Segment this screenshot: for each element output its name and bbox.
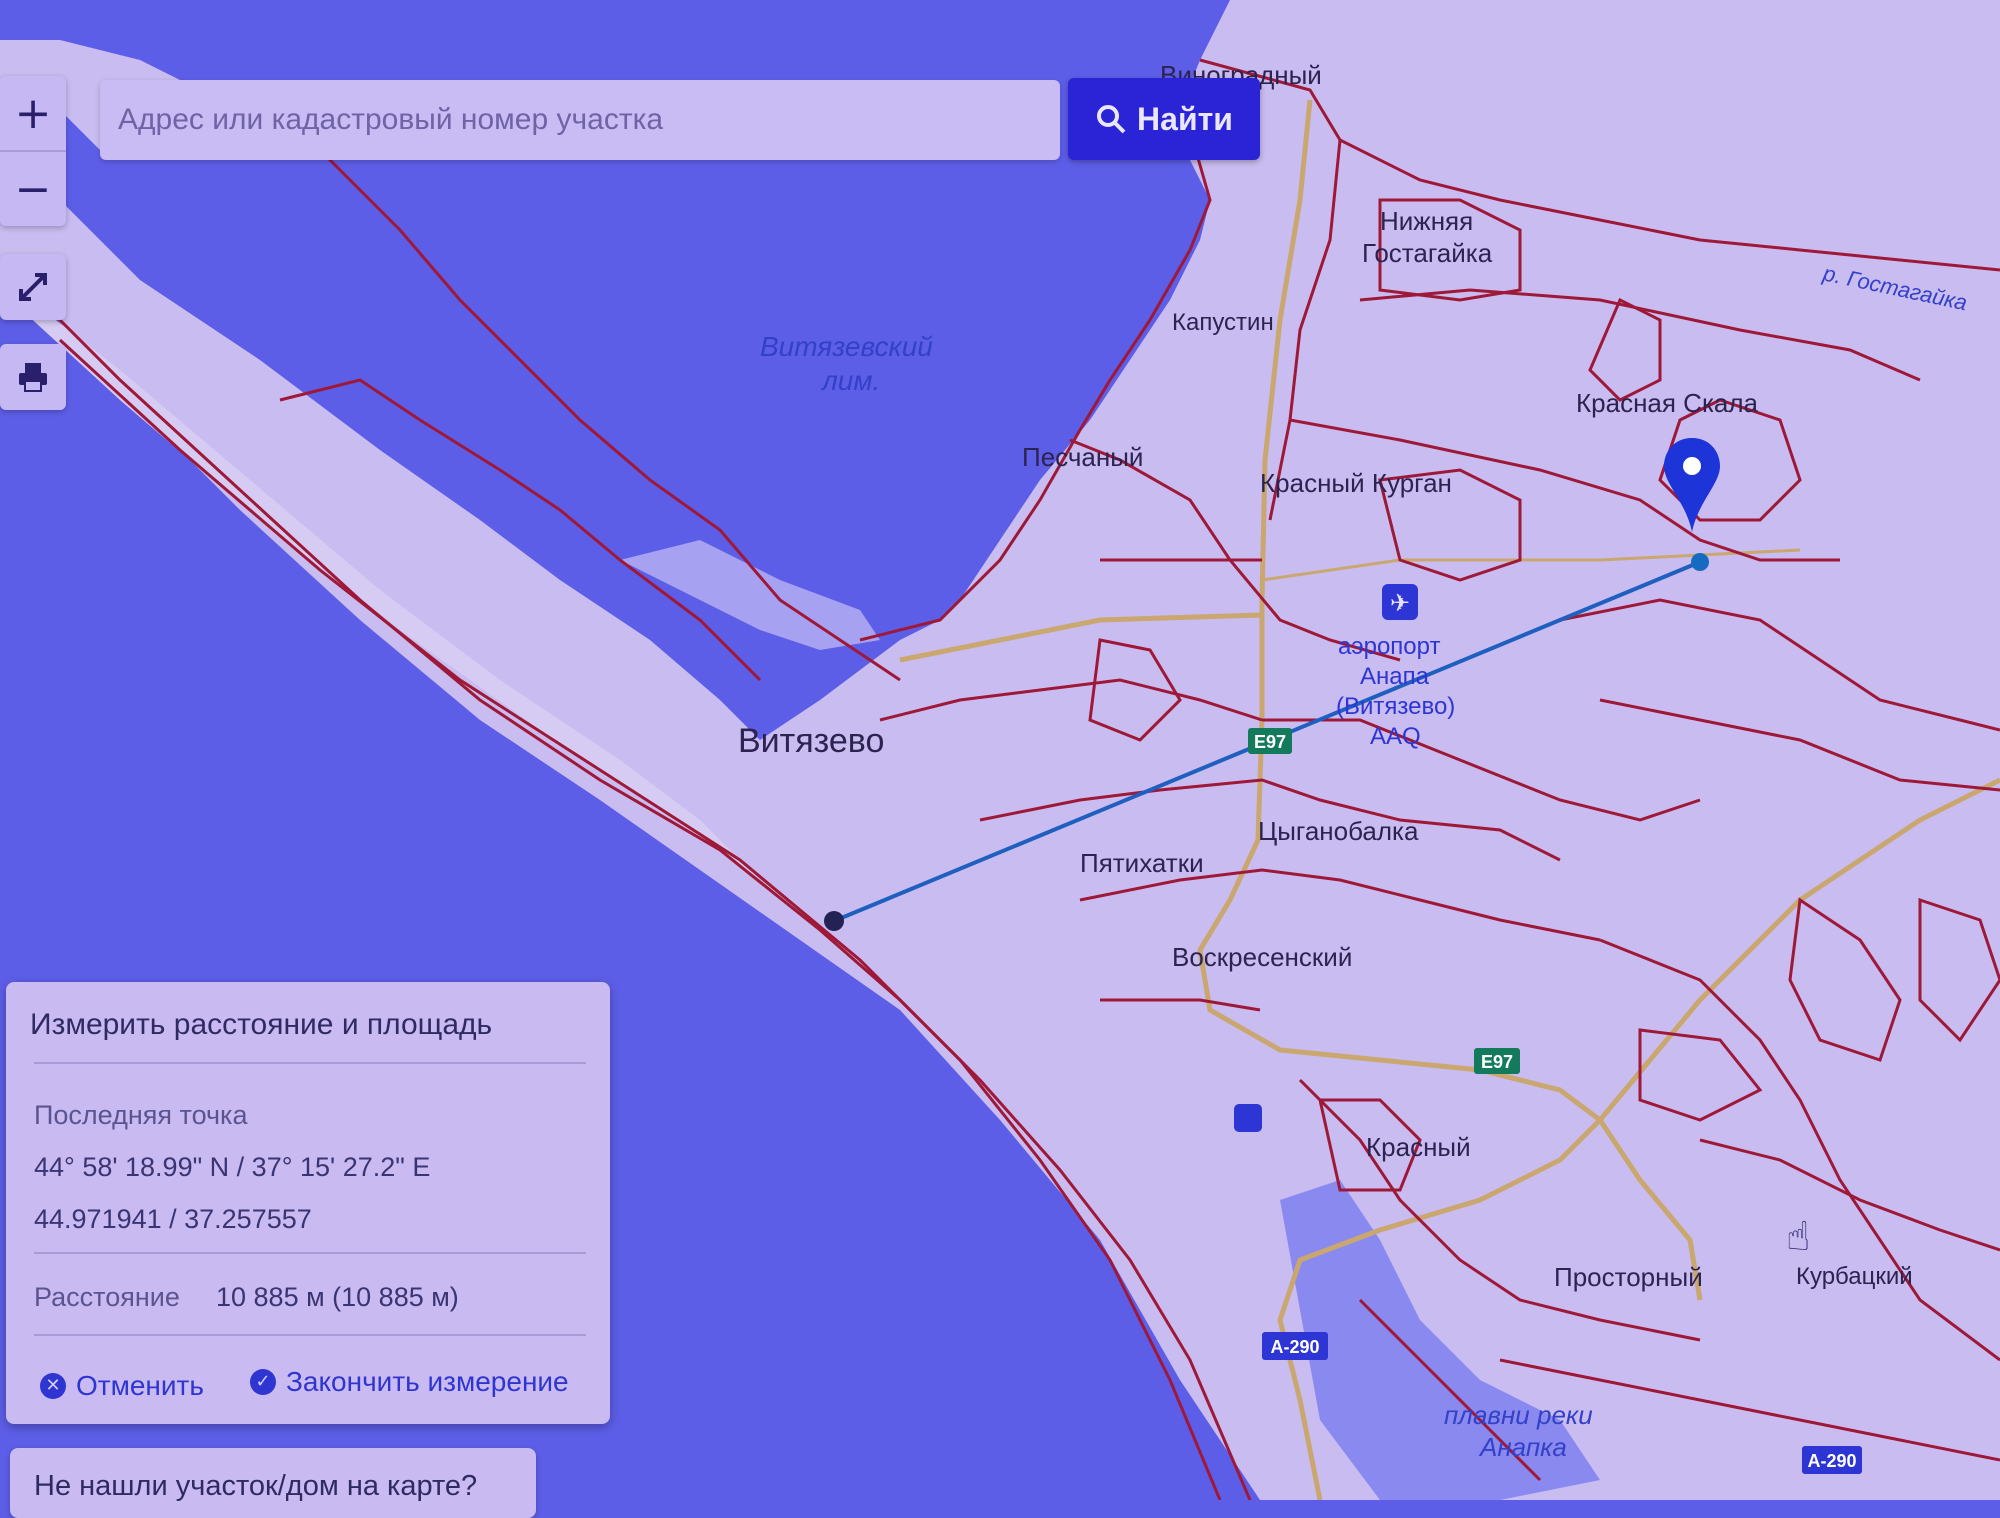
- divider: [34, 1334, 586, 1336]
- label-prostorny: Просторный: [1554, 1262, 1703, 1292]
- label-plavni-2: Анапка: [1478, 1432, 1567, 1462]
- check-icon: ✓: [250, 1369, 276, 1395]
- label-gostagayka: Гостагайка: [1362, 238, 1493, 268]
- finish-label: Закончить измерение: [286, 1366, 569, 1397]
- label-krasny-kurgan: Красный Курган: [1260, 468, 1452, 498]
- print-button[interactable]: [0, 344, 66, 410]
- measure-title: Измерить расстояние и площадь: [30, 1008, 493, 1041]
- metro-icon: [1234, 1104, 1262, 1132]
- divider: [34, 1062, 586, 1064]
- label-krasnaya-skala: Красная Скала: [1576, 388, 1759, 418]
- airport-icon: ✈: [1382, 584, 1418, 620]
- svg-text:А-290: А-290: [1270, 1337, 1319, 1357]
- distance-label: Расстояние: [34, 1282, 180, 1312]
- measure-end-point[interactable]: [1691, 553, 1709, 571]
- shallow-area: [620, 540, 880, 650]
- svg-text:✈: ✈: [1390, 589, 1410, 617]
- label-krasny: Красный: [1366, 1132, 1471, 1162]
- label-kurbatsky: Курбацкий: [1796, 1263, 1913, 1290]
- not-found-text: Не нашли участок/дом на карте?: [34, 1470, 478, 1502]
- cancel-label: Отменить: [76, 1370, 204, 1401]
- zoom-controls: + −: [0, 76, 66, 226]
- coords-decimal: 44.971941 / 37.257557: [34, 1204, 312, 1234]
- measure-start-point[interactable]: [824, 911, 844, 931]
- svg-text:А-290: А-290: [1807, 1451, 1856, 1471]
- fullscreen-button[interactable]: [0, 254, 66, 320]
- svg-text:E97: E97: [1481, 1052, 1513, 1072]
- last-point-label: Последняя точка: [34, 1100, 248, 1130]
- road-badge-a290-b: А-290: [1802, 1446, 1862, 1474]
- label-peschany: Песчаный: [1022, 442, 1143, 472]
- label-plavni-1: плавни реки: [1444, 1400, 1593, 1430]
- road-badge-a290: А-290: [1262, 1332, 1328, 1360]
- measure-panel: Измерить расстояние и площадь Последняя …: [6, 982, 610, 1424]
- label-vityazevo: Витязево: [738, 722, 884, 760]
- hand-cursor-icon: ☝: [1786, 1214, 1810, 1260]
- label-liman-1: Витязевский: [760, 331, 933, 362]
- not-found-panel[interactable]: Не нашли участок/дом на карте?: [10, 1448, 536, 1518]
- label-nizhnyaya: Нижняя: [1380, 206, 1473, 236]
- search-button-label: Найти: [1137, 100, 1233, 137]
- search-icon: [1097, 105, 1126, 134]
- label-airport-4: AAQ: [1370, 723, 1421, 750]
- svg-text:E97: E97: [1254, 732, 1286, 752]
- coords-dms: 44° 58' 18.99" N / 37° 15' 27.2" E: [34, 1152, 431, 1182]
- search-input[interactable]: [100, 80, 1060, 160]
- label-kapustin: Капустин: [1172, 309, 1274, 336]
- cancel-icon: ✕: [40, 1373, 66, 1399]
- label-liman-2: лим.: [820, 365, 880, 396]
- printer-icon: [19, 363, 47, 392]
- label-pyatikhatki: Пятихатки: [1080, 848, 1204, 878]
- search-button[interactable]: Найти: [1068, 78, 1260, 160]
- zoom-out-button[interactable]: −: [0, 150, 66, 226]
- svg-text:☝: ☝: [1786, 1214, 1810, 1260]
- road-badge-e97-a: E97: [1248, 728, 1292, 754]
- divider: [34, 1252, 586, 1254]
- distance-value: 10 885 м (10 885 м): [216, 1282, 459, 1312]
- cancel-button[interactable]: ✕ Отменить: [40, 1370, 204, 1402]
- expand-icon: [19, 273, 47, 301]
- label-airport-2: Анапа: [1360, 663, 1430, 690]
- label-airport-3: (Витязево): [1336, 693, 1455, 720]
- road-badge-e97-b: E97: [1474, 1048, 1520, 1074]
- zoom-in-button[interactable]: +: [0, 76, 66, 150]
- label-airport-1: аэропорт: [1338, 633, 1440, 660]
- finish-measure-button[interactable]: ✓ Закончить измерение: [250, 1366, 569, 1398]
- label-tsyganobalka: Цыганобалка: [1258, 816, 1419, 846]
- label-voskresensky: Воскресенский: [1172, 942, 1352, 972]
